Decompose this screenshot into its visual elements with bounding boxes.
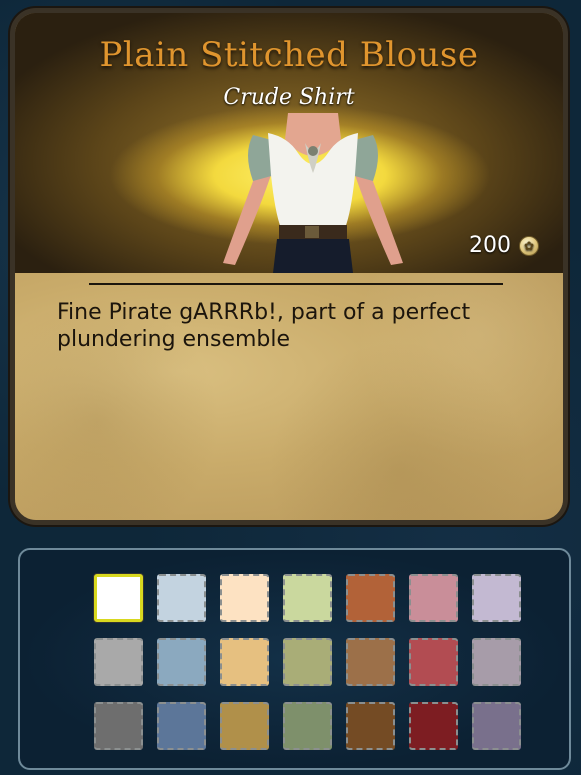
color-swatch[interactable] <box>220 702 269 750</box>
item-card: Plain Stitched Blouse Crude Shirt 200 ✿ … <box>10 8 568 525</box>
color-swatch[interactable] <box>283 638 332 686</box>
color-swatch[interactable] <box>94 574 143 622</box>
color-swatch[interactable] <box>94 638 143 686</box>
color-swatch[interactable] <box>283 702 332 750</box>
trousers <box>273 239 353 273</box>
left-arm <box>223 168 271 265</box>
color-swatch[interactable] <box>220 574 269 622</box>
color-swatch[interactable] <box>409 574 458 622</box>
color-swatch[interactable] <box>157 638 206 686</box>
color-swatch[interactable] <box>346 638 395 686</box>
color-swatch[interactable] <box>346 574 395 622</box>
color-swatch[interactable] <box>220 638 269 686</box>
color-swatch[interactable] <box>472 638 521 686</box>
color-swatch[interactable] <box>283 574 332 622</box>
color-swatch-grid <box>94 574 521 750</box>
color-swatch[interactable] <box>157 574 206 622</box>
item-price: 200 ✿ <box>469 233 539 258</box>
color-swatch[interactable] <box>94 702 143 750</box>
color-swatch[interactable] <box>409 638 458 686</box>
item-description: Fine Pirate gARRRb!, part of a perfect p… <box>57 300 471 352</box>
divider <box>89 283 503 285</box>
color-swatch[interactable] <box>472 702 521 750</box>
item-subtitle: Crude Shirt <box>223 85 355 110</box>
color-swatch[interactable] <box>346 702 395 750</box>
price-value: 200 <box>469 233 511 258</box>
color-swatch[interactable] <box>157 702 206 750</box>
color-palette-panel <box>18 548 571 770</box>
color-swatch[interactable] <box>472 574 521 622</box>
character-model-preview <box>223 113 403 273</box>
right-arm <box>355 168 403 265</box>
item-title: Plain Stitched Blouse <box>99 35 479 75</box>
color-swatch[interactable] <box>409 702 458 750</box>
coin-icon: ✿ <box>519 235 539 256</box>
